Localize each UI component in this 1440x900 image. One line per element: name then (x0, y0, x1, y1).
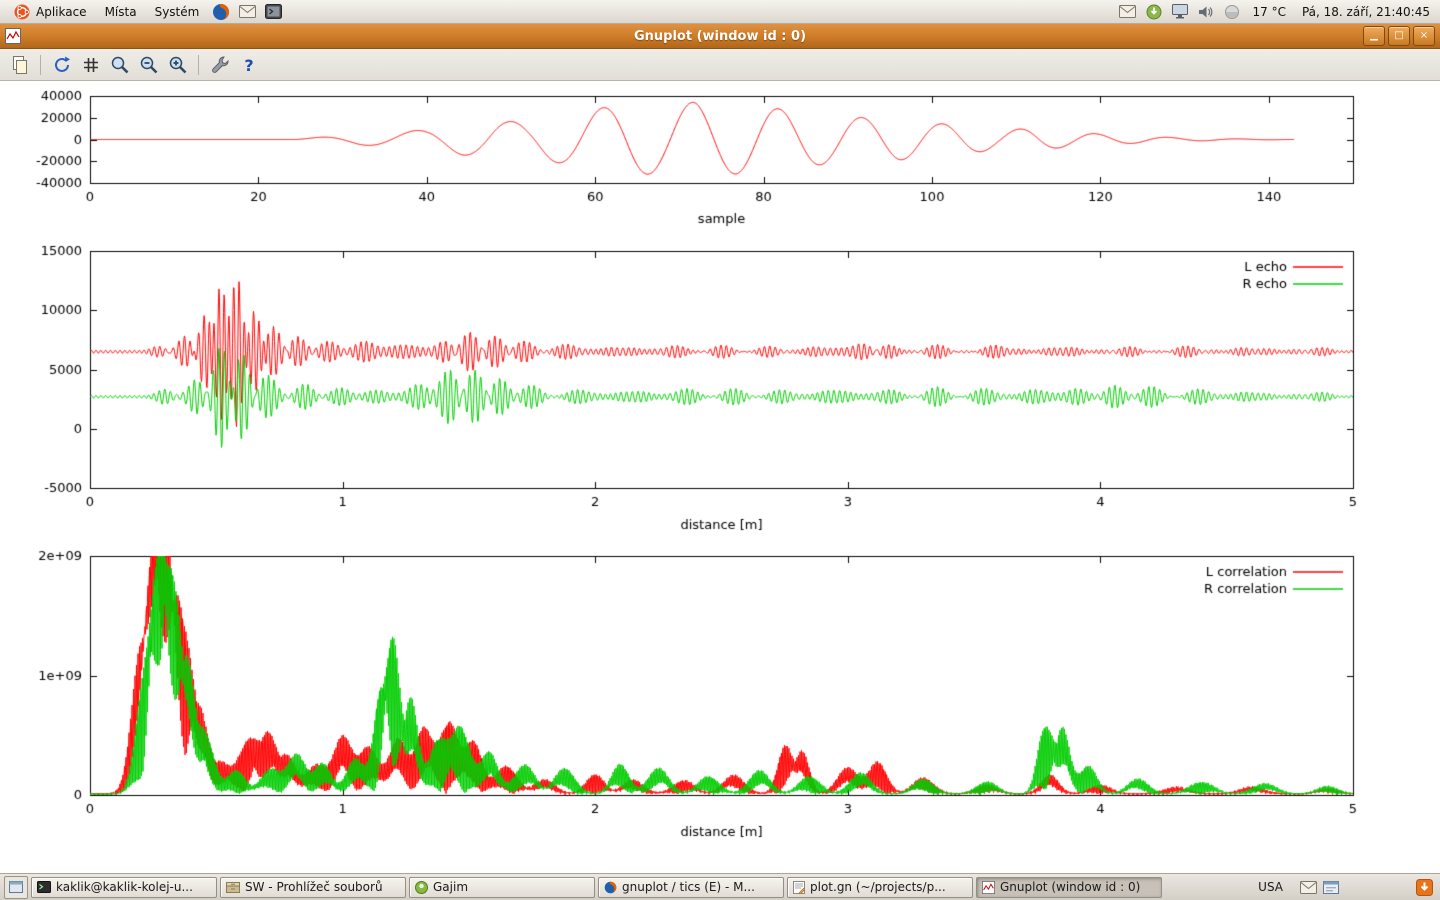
minimize-glyph: ▁ (1370, 31, 1378, 41)
taskbar-item-editor[interactable]: plot.gn (~/projects/p... (787, 877, 973, 898)
taskbar-item-label: plot.gn (~/projects/p... (810, 880, 946, 894)
correlation-chart[interactable] (0, 546, 1440, 846)
temperature-label: 17 °C (1249, 5, 1290, 19)
grid-button[interactable] (77, 52, 104, 78)
desktop: Aplikace Místa Systém (0, 0, 1440, 900)
echo-chart[interactable] (0, 240, 1440, 540)
chirp-signal-chart[interactable] (0, 84, 1440, 234)
grid-icon (81, 55, 101, 75)
toolbar-separator (40, 55, 41, 75)
zoom-button[interactable] (106, 52, 133, 78)
firefox-icon (604, 881, 617, 894)
gnuplot-icon (982, 881, 995, 894)
mail-taskbar-icon[interactable] (1298, 877, 1318, 897)
help-button[interactable]: ? (235, 52, 262, 78)
magnifier-minus-icon (139, 55, 159, 75)
zoom-out-button[interactable] (135, 52, 162, 78)
minimize-button[interactable]: ▁ (1363, 26, 1385, 46)
gnuplot-toolbar: ? (0, 49, 1440, 81)
volume-tray-icon[interactable] (1197, 3, 1215, 21)
display-tray-icon[interactable] (1171, 3, 1189, 21)
top-panel: Aplikace Místa Systém (0, 0, 1440, 24)
maximize-glyph: □ (1394, 31, 1403, 41)
weather-icon (1223, 3, 1241, 21)
mail-tray-icon[interactable] (1119, 3, 1137, 21)
taskbar-item-label: kaklik@kaklik-kolej-u... (56, 880, 193, 894)
taskbar-item-terminal[interactable]: kaklik@kaklik-kolej-u... (31, 877, 217, 898)
taskbar-item-gajim[interactable]: Gajim (409, 877, 595, 898)
copy-button[interactable] (6, 52, 33, 78)
magnifier-plus-icon (168, 55, 188, 75)
terminal-icon (37, 881, 51, 893)
wrench-icon (210, 55, 230, 75)
terminal-launcher-icon[interactable] (261, 1, 285, 23)
update-notifier-icon[interactable] (1414, 877, 1434, 897)
clock[interactable]: Pá, 18. září, 21:40:45 (1298, 5, 1434, 19)
menu-applications[interactable]: Aplikace (6, 2, 95, 22)
help-icon: ? (239, 55, 259, 75)
close-button[interactable]: × (1413, 26, 1435, 46)
taskbar-item-gnuplot[interactable]: Gnuplot (window id : 0) (976, 877, 1162, 898)
toolbar-separator (198, 55, 199, 75)
text-editor-icon (793, 881, 805, 894)
show-desktop-icon (9, 881, 23, 893)
menu-applications-label: Aplikace (36, 5, 87, 19)
window-selector-icon[interactable] (1321, 877, 1341, 897)
settings-button[interactable] (206, 52, 233, 78)
gnuplot-plot-area (0, 81, 1440, 873)
ubuntu-logo-icon (14, 4, 30, 20)
window-titlebar[interactable]: Gnuplot (window id : 0) ▁ □ × (0, 24, 1440, 49)
taskbar-item-firefox[interactable]: gnuplot / tics (E) - M... (598, 877, 784, 898)
menu-system-label: Systém (155, 5, 200, 19)
refresh-icon (52, 55, 72, 75)
keyboard-layout-indicator[interactable]: USA (1258, 880, 1283, 894)
copy-icon (10, 55, 30, 75)
magnifier-icon (110, 55, 130, 75)
bottom-taskbar: kaklik@kaklik-kolej-u... SW - Prohlížeč … (0, 873, 1440, 900)
mail-launcher-icon[interactable] (235, 1, 259, 23)
taskbar-item-label: SW - Prohlížeč souborů (245, 880, 383, 894)
gajim-icon (415, 881, 428, 894)
taskbar-item-label: Gnuplot (window id : 0) (1000, 880, 1140, 894)
menu-system[interactable]: Systém (147, 3, 208, 21)
panel-right: 17 °C Pá, 18. září, 21:40:45 (1119, 3, 1435, 21)
show-desktop-button[interactable] (4, 876, 28, 899)
close-glyph: × (1420, 31, 1428, 41)
maximize-button[interactable]: □ (1388, 26, 1410, 46)
svg-text:?: ? (244, 56, 253, 75)
gnuplot-window-icon (5, 28, 21, 44)
menu-places[interactable]: Místa (97, 3, 145, 21)
update-tray-icon[interactable] (1145, 3, 1163, 21)
zoom-in-button[interactable] (164, 52, 191, 78)
firefox-launcher-icon[interactable] (209, 1, 233, 23)
taskbar-item-label: Gajim (433, 880, 468, 894)
menu-places-label: Místa (105, 5, 137, 19)
panel-left: Aplikace Místa Systém (6, 1, 285, 23)
replot-button[interactable] (48, 52, 75, 78)
taskbar-item-file-manager[interactable]: SW - Prohlížeč souborů (220, 877, 406, 898)
taskbar-item-label: gnuplot / tics (E) - M... (622, 880, 755, 894)
window-title: Gnuplot (window id : 0) (0, 29, 1440, 44)
file-manager-icon (226, 881, 240, 893)
window-controls: ▁ □ × (1363, 26, 1435, 46)
